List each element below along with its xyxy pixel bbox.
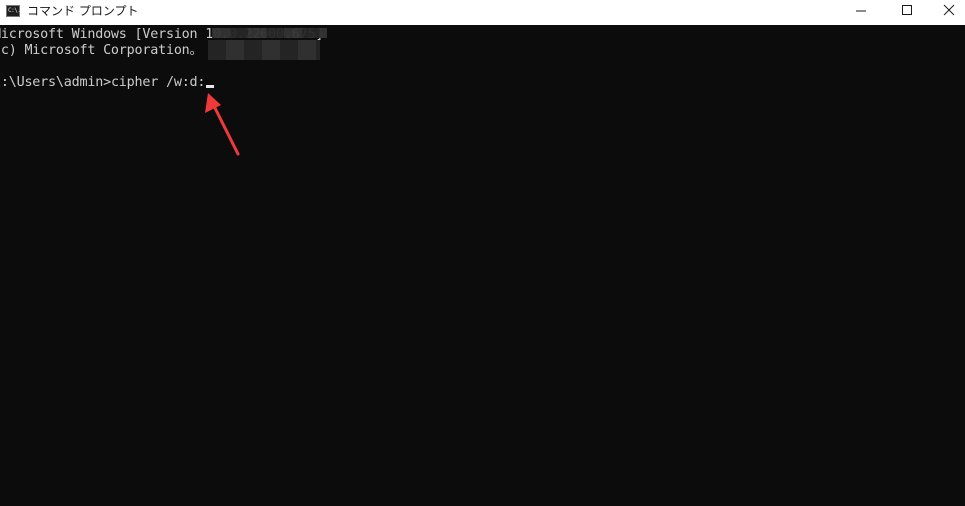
minimize-button[interactable]	[838, 0, 884, 22]
command-prompt-window: C:\. コマンド プロンプト Microsoft Windows [Versi…	[0, 0, 965, 506]
title-bar[interactable]: C:\. コマンド プロンプト	[0, 0, 965, 25]
cmd-icon[interactable]: C:\.	[6, 5, 21, 17]
close-button[interactable]	[919, 0, 965, 22]
window-title: コマンド プロンプト	[27, 4, 139, 18]
console-output[interactable]: Microsoft Windows [Version 10.0.22000.67…	[0, 25, 965, 506]
cmd-icon-label: C:\.	[8, 7, 21, 14]
minimize-icon	[856, 10, 866, 12]
close-icon	[943, 4, 955, 16]
arrow-shaft	[211, 102, 240, 156]
red-arrow-annotation	[205, 93, 240, 156]
arrow-head	[205, 93, 221, 113]
